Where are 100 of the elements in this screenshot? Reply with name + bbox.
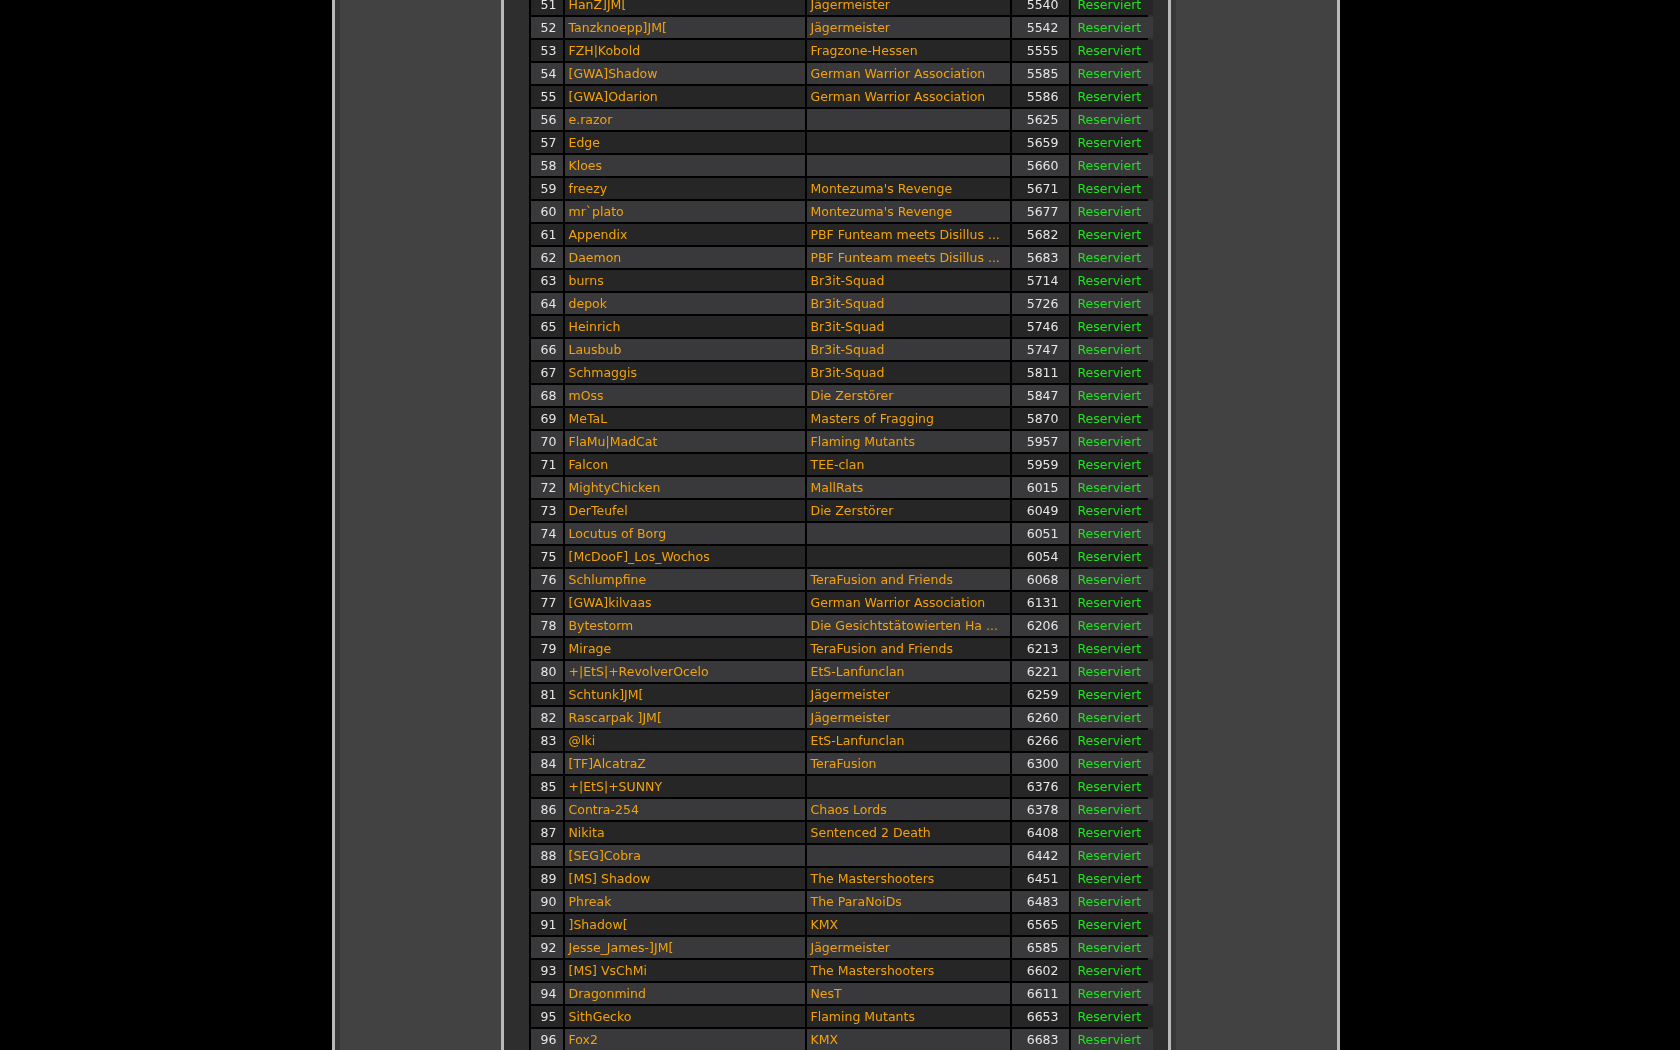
seat-number-cell: 5746 [1011,316,1069,337]
status-cell: Reserviert [1070,0,1153,15]
player-name-cell: +|EtS|+SUNNY [564,776,805,797]
row-number-cell: 71 [530,454,563,475]
player-name-cell: mOss [564,385,805,406]
clan-cell: Br3it-Squad [806,362,1010,383]
status-cell: Reserviert [1070,40,1153,61]
clan-cell: The Mastershooters [806,868,1010,889]
seat-number-cell: 5659 [1011,132,1069,153]
status-cell: Reserviert [1070,86,1153,107]
row-number-cell: 77 [530,592,563,613]
seat-number-cell: 5870 [1011,408,1069,429]
row-number-cell: 76 [530,569,563,590]
seat-number-cell: 6602 [1011,960,1069,981]
status-cell: Reserviert [1070,845,1153,866]
seat-number-cell: 6376 [1011,776,1069,797]
seat-number-cell: 6259 [1011,684,1069,705]
row-number-cell: 72 [530,477,563,498]
clan-cell: Flaming Mutants [806,431,1010,452]
player-name-cell: Heinrich [564,316,805,337]
status-cell: Reserviert [1070,362,1153,383]
player-name-cell: Kloes [564,155,805,176]
seat-number-cell: 6378 [1011,799,1069,820]
seat-number-cell: 5625 [1011,109,1069,130]
row-number-cell: 60 [530,201,563,222]
clan-cell: Jägermeister [806,684,1010,705]
row-number-cell: 79 [530,638,563,659]
player-name-cell: SithGecko [564,1006,805,1027]
status-cell: Reserviert [1070,868,1153,889]
status-cell: Reserviert [1070,730,1153,751]
player-name-cell: FZH|Kobold [564,40,805,61]
seat-number-cell: 6611 [1011,983,1069,1004]
status-cell: Reserviert [1070,753,1153,774]
clan-cell: Jägermeister [806,707,1010,728]
player-name-cell: Schtunk]JM[ [564,684,805,705]
row-number-cell: 81 [530,684,563,705]
status-cell: Reserviert [1070,132,1153,153]
status-cell: Reserviert [1070,178,1153,199]
seat-number-cell: 5957 [1011,431,1069,452]
player-name-cell: [TF]AlcatraZ [564,753,805,774]
row-number-cell: 56 [530,109,563,130]
player-name-cell: HanZ]JM[ [564,0,805,15]
seat-number-cell: 5585 [1011,63,1069,84]
clan-cell: Sentenced 2 Death [806,822,1010,843]
row-number-cell: 82 [530,707,563,728]
status-cell: Reserviert [1070,937,1153,958]
clan-cell: Montezuma's Revenge [806,178,1010,199]
row-number-cell: 51 [530,0,563,15]
status-cell: Reserviert [1070,592,1153,613]
clan-cell: Jägermeister [806,0,1010,15]
seat-number-cell: 5959 [1011,454,1069,475]
player-name-cell: DerTeufel [564,500,805,521]
player-name-cell: FlaMu|MadCat [564,431,805,452]
player-name-cell: Rascarpak ]JM[ [564,707,805,728]
player-name-cell: ]Shadow[ [564,914,805,935]
player-name-cell: +|EtS|+RevolverOcelo [564,661,805,682]
seat-number-cell: 5677 [1011,201,1069,222]
player-name-cell: Locutus of Borg [564,523,805,544]
player-name-cell: depok [564,293,805,314]
player-name-cell: freezy [564,178,805,199]
player-name-cell: Edge [564,132,805,153]
player-name-cell: mr`plato [564,201,805,222]
status-cell: Reserviert [1070,684,1153,705]
clan-cell: Masters of Fragging [806,408,1010,429]
seat-number-cell: 6683 [1011,1029,1069,1050]
status-cell: Reserviert [1070,707,1153,728]
status-cell: Reserviert [1070,569,1153,590]
player-name-cell: Schmaggis [564,362,805,383]
player-name-cell: Nikita [564,822,805,843]
clan-cell: TeraFusion [806,753,1010,774]
row-number-cell: 83 [530,730,563,751]
row-number-cell: 55 [530,86,563,107]
seat-number-cell: 6442 [1011,845,1069,866]
clan-cell: Fragzone-Hessen [806,40,1010,61]
clan-cell: Br3it-Squad [806,316,1010,337]
clan-cell: Br3it-Squad [806,270,1010,291]
status-cell: Reserviert [1070,224,1153,245]
clan-cell: PBF Funteam meets Disillus ... [806,224,1010,245]
status-cell: Reserviert [1070,776,1153,797]
row-number-cell: 80 [530,661,563,682]
player-name-cell: [MS] Shadow [564,868,805,889]
status-cell: Reserviert [1070,523,1153,544]
row-number-cell: 87 [530,822,563,843]
status-cell: Reserviert [1070,960,1153,981]
clan-cell: NesT [806,983,1010,1004]
row-number-cell: 94 [530,983,563,1004]
row-number-cell: 93 [530,960,563,981]
status-cell: Reserviert [1070,247,1153,268]
row-number-cell: 70 [530,431,563,452]
seat-number-cell: 6049 [1011,500,1069,521]
status-cell: Reserviert [1070,408,1153,429]
player-name-cell: Tanzknoepp]JM[ [564,17,805,38]
clan-cell: KMX [806,1029,1010,1050]
status-cell: Reserviert [1070,385,1153,406]
status-cell: Reserviert [1070,155,1153,176]
clan-cell: German Warrior Association [806,86,1010,107]
seat-number-cell: 6408 [1011,822,1069,843]
seat-number-cell: 6221 [1011,661,1069,682]
row-number-cell: 61 [530,224,563,245]
seat-number-cell: 5682 [1011,224,1069,245]
